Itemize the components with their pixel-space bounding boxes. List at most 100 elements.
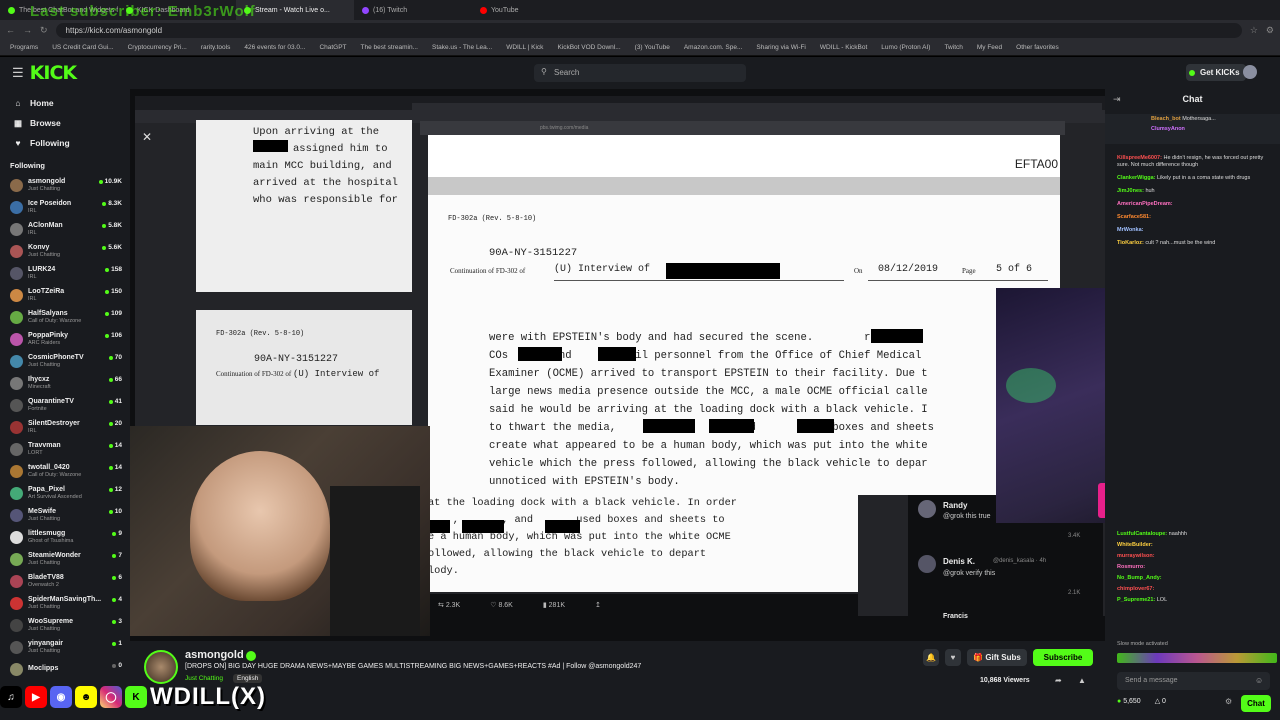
chat-message: MrWonka: [1105, 227, 1280, 234]
chat-input[interactable]: Send a message [1117, 672, 1270, 690]
sidebar-channel[interactable]: Ice Poseidon IRL 8.3K [0, 196, 130, 218]
sidebar-channel[interactable]: BladeTV88 Overwatch 2 6 [0, 570, 130, 592]
chat-username[interactable]: P_Supreme21: [1117, 597, 1155, 603]
chat-username[interactable]: murraywilson: [1117, 553, 1155, 559]
bookmark-item[interactable]: Other favorites [1016, 44, 1059, 51]
sidebar-channel[interactable]: QuarantineTV Fortnite 41 [0, 394, 130, 416]
sidebar-channel[interactable]: Konvy Just Chatting 5.6K [0, 240, 130, 262]
chat-username[interactable]: WhiteBuilder: [1117, 542, 1153, 548]
emote-bar[interactable] [1117, 653, 1277, 663]
sidebar-channel[interactable]: littlesmugg Ghost of Tsushima 9 [0, 526, 130, 548]
browser-tab[interactable]: (16) Twitch [354, 0, 472, 20]
stream-category[interactable]: Just Chatting [185, 675, 223, 682]
close-icon[interactable]: ✕ [142, 130, 152, 144]
sidebar-channel[interactable]: Ihycxz Minecraft 66 [0, 372, 130, 394]
sidebar-channel[interactable]: MeSwife Just Chatting 10 [0, 504, 130, 526]
browser-tab[interactable]: YouTube [472, 0, 590, 20]
redaction-bar [253, 140, 288, 152]
sidebar-channel[interactable]: SteamieWonder Just Chatting 7 [0, 548, 130, 570]
kick-logo[interactable]: KICK [30, 62, 77, 84]
streamer-avatar[interactable] [144, 650, 178, 684]
bookmark-item[interactable]: Programs [10, 44, 38, 51]
sidebar-channel[interactable]: yinyangair Just Chatting 1 [0, 636, 130, 658]
share-icon[interactable]: ➦ [1055, 676, 1062, 685]
live-dot-icon [112, 619, 117, 624]
emoji-icon[interactable]: ☺ [1255, 676, 1263, 685]
bookmark-item[interactable]: KickBot VOD Downl... [557, 44, 620, 51]
bookmark-item[interactable]: US Credit Card Gui... [52, 44, 113, 51]
chat-username[interactable]: LustfulCantaloupe: [1117, 531, 1167, 537]
chat-username[interactable]: ClankerWigga: [1117, 175, 1155, 181]
forward-icon[interactable]: → [23, 25, 32, 35]
search-input[interactable]: Search [534, 64, 746, 82]
bookmark-item[interactable]: My Feed [977, 44, 1002, 51]
sidebar-nav-home[interactable]: ⌂ Home [0, 93, 130, 113]
kicks-balance[interactable]: ● 5,650 [1117, 698, 1141, 705]
sidebar-channel[interactable]: CosmicPhoneTV Just Chatting 70 [0, 350, 130, 372]
sidebar-channel[interactable]: Moclipps 0 [0, 658, 130, 680]
sidebar-nav-browse[interactable]: ▦ Browse [0, 113, 130, 133]
pinned-gifter[interactable]: Bleach_bot Mothersaga... [1105, 114, 1280, 124]
views-stat[interactable]: ▮ 281K [543, 601, 565, 609]
chat-username[interactable]: KillspreeMe6007: [1117, 155, 1162, 161]
retweet-stat[interactable]: ⇆ 2.3K [438, 601, 460, 609]
chat-username[interactable]: AmericanPipeDream: [1117, 201, 1173, 207]
bookmark-item[interactable]: Amazon.com. Spe... [684, 44, 743, 51]
chat-username[interactable]: Scarface581: [1117, 214, 1151, 220]
sidebar-channel[interactable]: SpiderManSavingTh... Just Chatting 4 [0, 592, 130, 614]
bookmark-item[interactable]: Cryptocurrency Pri... [128, 44, 187, 51]
bookmark-item[interactable]: Stake.us - The Lea... [432, 44, 492, 51]
settings-icon[interactable]: ⚙ [1225, 697, 1232, 706]
back-icon[interactable]: ← [6, 25, 15, 35]
subscribe-button[interactable]: Subscribe [1033, 649, 1093, 666]
avatar [10, 618, 23, 632]
chat-username[interactable]: Rosmurro: [1117, 564, 1145, 570]
chat-username[interactable]: No_Bump_Andy: [1117, 575, 1162, 581]
streamer-name[interactable]: asmongold [185, 649, 244, 661]
sidebar-channel[interactable]: LURK24 IRL 158 [0, 262, 130, 284]
url-input[interactable]: https://kick.com/asmongold [55, 22, 1242, 38]
sidebar-channel[interactable]: SilentDestroyer IRL 20 [0, 416, 130, 438]
chat-username[interactable]: MrWonka: [1117, 227, 1143, 233]
sidebar-channel[interactable]: PoppaPinky ARC Raiders 106 [0, 328, 130, 350]
bookmark-item[interactable]: 426 events for 03.0... [244, 44, 305, 51]
bookmark-item[interactable]: The best streamin... [361, 44, 418, 51]
channel-category: IRL [28, 273, 37, 280]
sidebar-channel[interactable]: HalfSalyans Call of Duty: Warzone 109 [0, 306, 130, 328]
sidebar-channel[interactable]: Travvman LORT 14 [0, 438, 130, 460]
sidebar-channel[interactable]: AClonMan IRL 5.8K [0, 218, 130, 240]
chat-username[interactable]: JimJ0nes: [1117, 188, 1144, 194]
sidebar-channel[interactable]: Papa_Pixel Art Survival Ascended 12 [0, 482, 130, 504]
star-icon[interactable]: ☆ [1250, 25, 1258, 36]
language-tag[interactable]: English [233, 674, 263, 683]
bookmark-item[interactable]: WDILL - KickBot [820, 44, 867, 51]
share-icon[interactable]: ↥ [595, 601, 601, 609]
chat-send-button[interactable]: Chat [1241, 695, 1271, 712]
bits-balance[interactable]: △ 0 [1155, 697, 1166, 705]
sidebar-channel[interactable]: WooSupreme Just Chatting 3 [0, 614, 130, 636]
bookmark-item[interactable]: ChatGPT [319, 44, 346, 51]
extensions-icon[interactable]: ⚙ [1266, 25, 1274, 36]
bookmark-item[interactable]: Twitch [944, 44, 962, 51]
pinned-gifter[interactable]: ClumsyAnon [1105, 124, 1280, 134]
chat-username[interactable]: TioKarloz: [1117, 240, 1144, 246]
like-stat[interactable]: ♡ 8.6K [490, 601, 513, 609]
menu-icon[interactable]: ☰ [12, 65, 24, 81]
bookmark-item[interactable]: rarity.tools [201, 44, 231, 51]
bookmark-item[interactable]: WDILL | Kick [506, 44, 543, 51]
sidebar-channel[interactable]: LooTZeiRa IRL 150 [0, 284, 130, 306]
sidebar-nav-following[interactable]: ♥ Following [0, 133, 130, 153]
follow-heart-icon[interactable]: ♥ [945, 649, 961, 666]
avatar [10, 354, 23, 368]
sidebar-channel[interactable]: asmongold Just Chatting 10.9K [0, 174, 130, 196]
chat-username[interactable]: chimplover67: [1117, 586, 1154, 592]
gift-subs-button[interactable]: 🎁 Gift Subs [967, 649, 1027, 666]
bookmark-item[interactable]: Sharing via Wi-Fi [756, 44, 805, 51]
report-icon[interactable]: ▲ [1078, 676, 1086, 685]
bookmark-item[interactable]: (3) YouTube [635, 44, 670, 51]
bookmark-item[interactable]: Lumo (Proton AI) [881, 44, 930, 51]
notify-bell-icon[interactable]: 🔔 [923, 649, 939, 666]
sidebar-channel[interactable]: twotall_0420 Call of Duty: Warzone 14 [0, 460, 130, 482]
user-avatar[interactable] [1243, 65, 1257, 79]
reload-icon[interactable]: ↻ [40, 25, 48, 36]
